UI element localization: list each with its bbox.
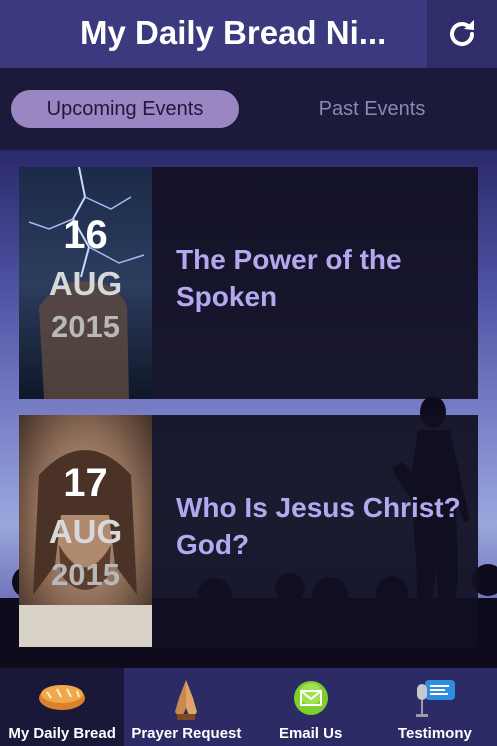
tab-past-events[interactable]: Past Events — [258, 90, 486, 128]
nav-email-us[interactable]: Email Us — [249, 668, 373, 746]
nav-prayer-request[interactable]: Prayer Request — [124, 668, 248, 746]
microphone-icon — [415, 680, 455, 717]
bread-icon — [39, 685, 86, 710]
event-thumbnail: 16 AUG 2015 — [19, 167, 152, 399]
event-year: 2015 — [51, 309, 120, 344]
event-title: Who Is Jesus Christ? God? — [176, 492, 461, 560]
event-tabs: Upcoming Events Past Events — [0, 68, 497, 150]
nav-label: Email Us — [278, 725, 343, 742]
event-thumbnail: 17 AUG 2015 — [19, 415, 152, 647]
bottom-navigation: My Daily Bread Prayer Request Email Us T… — [0, 668, 497, 746]
event-month: AUG — [48, 513, 123, 550]
event-day: 16 — [63, 213, 108, 257]
event-year: 2015 — [51, 557, 120, 592]
nav-my-daily-bread[interactable]: My Daily Bread — [0, 668, 125, 746]
praying-hands-icon — [175, 680, 198, 720]
email-icon — [293, 681, 328, 715]
event-card[interactable]: 16 AUG 2015 The Power of the Spoken — [19, 167, 478, 399]
page-title: My Daily Bread Ni... — [80, 14, 387, 51]
nav-label: Testimony — [397, 725, 472, 742]
nav-testimony[interactable]: Testimony — [373, 668, 497, 746]
events-list[interactable]: 16 AUG 2015 The Power of the Spoken 17 A… — [0, 150, 497, 668]
refresh-button[interactable] — [427, 0, 497, 68]
tab-upcoming-events[interactable]: Upcoming Events — [11, 90, 239, 128]
nav-label: Prayer Request — [131, 725, 242, 742]
app-header: My Daily Bread Ni... — [0, 0, 497, 68]
event-month: AUG — [48, 265, 123, 302]
event-title: The Power of the Spoken — [176, 244, 402, 312]
event-card[interactable]: 17 AUG 2015 Who Is Jesus Christ? God? — [19, 415, 478, 647]
event-day: 17 — [63, 461, 108, 505]
refresh-icon — [450, 20, 475, 47]
nav-label: My Daily Bread — [8, 725, 116, 742]
